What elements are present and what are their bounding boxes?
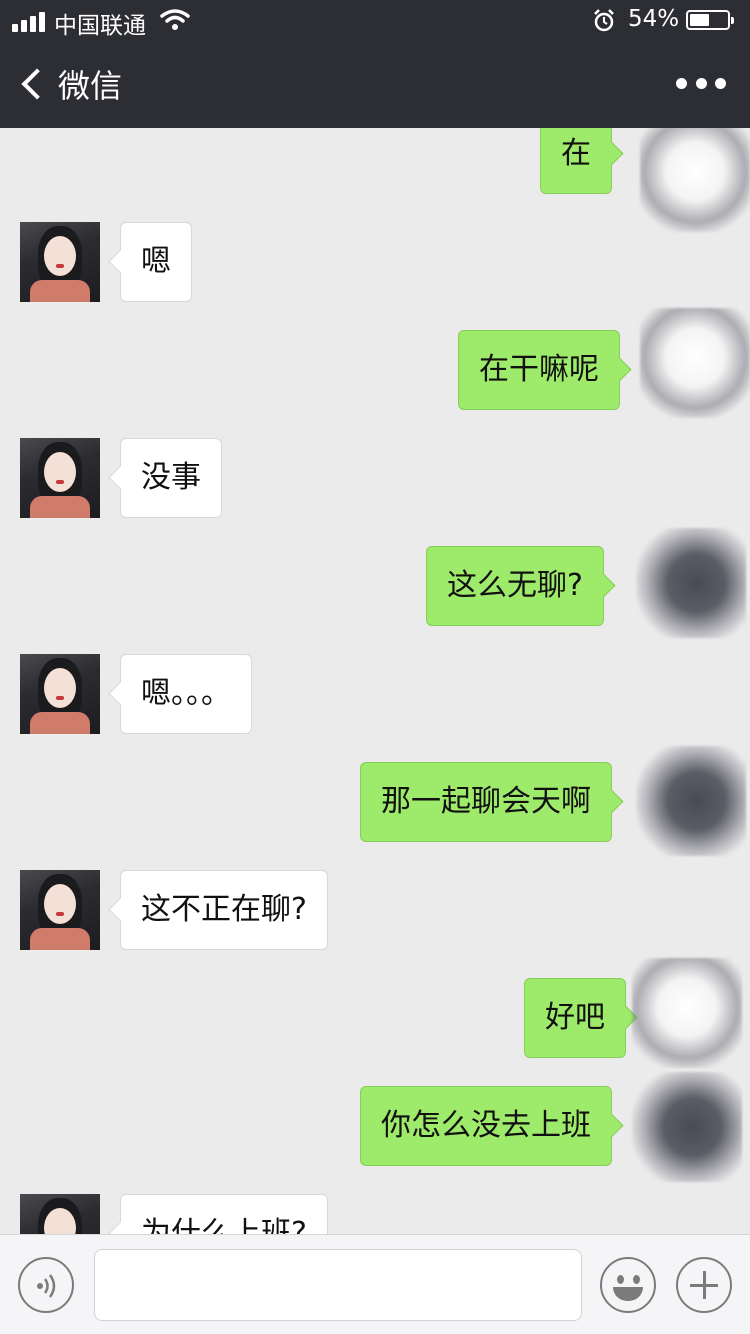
voice-button[interactable] — [18, 1257, 74, 1313]
back-label: 微信 — [58, 67, 123, 105]
more-options-button[interactable] — [676, 70, 726, 96]
outgoing-message[interactable]: 你怎么没去上班 — [360, 1086, 612, 1166]
top-bar: 中国联通 54% 微信 — [0, 0, 750, 128]
emoji-button[interactable] — [600, 1257, 656, 1313]
input-bar — [0, 1234, 750, 1334]
chat-message-list[interactable]: 在 嗯 在干嘛呢 没事 这么无聊? 嗯。。。 那一起聊会天啊 这不正在聊? 好吧… — [0, 128, 750, 1234]
carrier-name: 中国联通 — [54, 13, 146, 39]
avatar[interactable] — [20, 222, 100, 302]
chevron-left-icon — [21, 68, 53, 100]
back-button[interactable]: 微信 — [18, 62, 128, 106]
avatar[interactable] — [20, 1194, 100, 1234]
outgoing-message[interactable]: 在干嘛呢 — [458, 330, 620, 410]
outgoing-message[interactable]: 在 — [540, 128, 612, 194]
battery-percent: 54% — [628, 6, 680, 32]
battery-icon — [686, 10, 734, 30]
more-dots-icon — [676, 77, 687, 89]
redacted-avatar — [636, 528, 746, 638]
redacted-avatar — [636, 746, 746, 856]
wifi-icon — [160, 9, 190, 30]
redacted-avatar — [640, 128, 750, 232]
incoming-message[interactable]: 这不正在聊? — [120, 870, 328, 950]
avatar[interactable] — [20, 870, 100, 950]
alarm-icon — [594, 9, 614, 32]
avatar[interactable] — [20, 438, 100, 518]
redacted-avatar — [640, 308, 750, 418]
nav-bar: 微信 — [0, 42, 750, 128]
incoming-message[interactable]: 为什么上班? — [120, 1194, 328, 1234]
outgoing-message[interactable]: 那一起聊会天啊 — [360, 762, 612, 842]
voice-icon — [37, 1274, 56, 1298]
incoming-message[interactable]: 没事 — [120, 438, 222, 518]
redacted-avatar — [632, 958, 742, 1068]
incoming-message[interactable]: 嗯 — [120, 222, 192, 302]
outgoing-message[interactable]: 好吧 — [524, 978, 626, 1058]
more-functions-button[interactable] — [676, 1257, 732, 1313]
message-input[interactable] — [94, 1249, 582, 1321]
redacted-avatar — [632, 1072, 742, 1182]
incoming-message[interactable]: 嗯。。。 — [120, 654, 252, 734]
status-bar: 中国联通 54% — [0, 0, 750, 42]
outgoing-message[interactable]: 这么无聊? — [426, 546, 604, 626]
signal-icon — [12, 10, 48, 32]
avatar[interactable] — [20, 654, 100, 734]
